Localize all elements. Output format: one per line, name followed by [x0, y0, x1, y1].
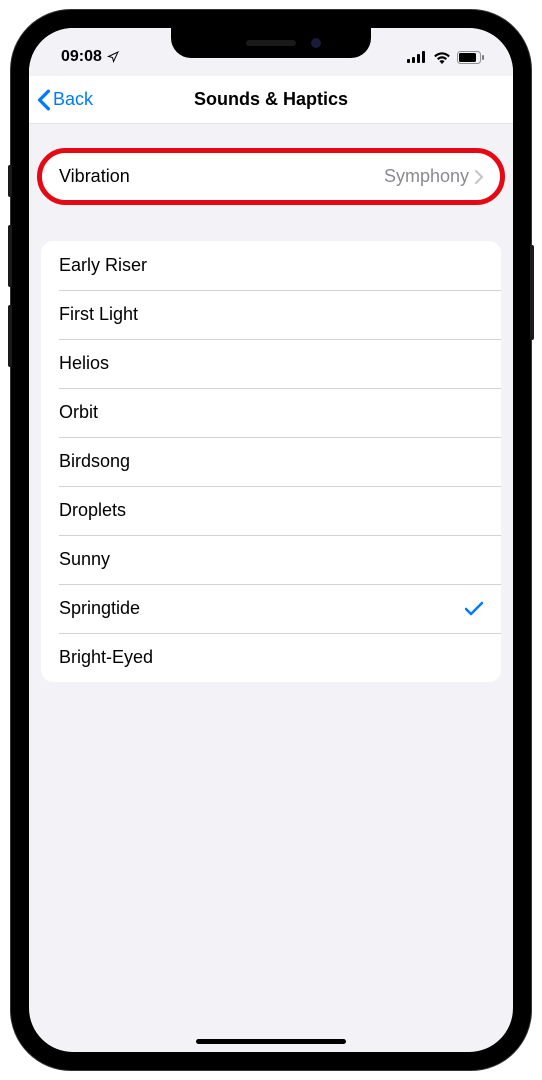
- sound-option-label: Springtide: [59, 598, 465, 619]
- back-button[interactable]: Back: [37, 89, 93, 111]
- sound-option-label: Early Riser: [59, 255, 483, 276]
- vibration-label: Vibration: [59, 166, 384, 187]
- sound-option[interactable]: First Light: [41, 290, 501, 339]
- back-label: Back: [53, 89, 93, 110]
- chevron-right-icon: [475, 170, 483, 184]
- sound-option[interactable]: Orbit: [41, 388, 501, 437]
- navigation-bar: Back Sounds & Haptics: [29, 76, 513, 124]
- sound-option-label: Bright-Eyed: [59, 647, 483, 668]
- chevron-left-icon: [37, 89, 51, 111]
- mute-switch: [8, 165, 12, 197]
- sound-option-label: Helios: [59, 353, 483, 374]
- sound-option-label: Birdsong: [59, 451, 483, 472]
- status-left: 09:08: [61, 48, 119, 66]
- content: Vibration Symphony Early Riser First Ligh…: [29, 124, 513, 1022]
- power-button: [530, 245, 534, 340]
- status-right: [407, 51, 485, 64]
- phone-frame: 09:08: [11, 10, 531, 1070]
- screen: 09:08: [29, 28, 513, 1052]
- sound-option-label: Droplets: [59, 500, 483, 521]
- notch: [171, 28, 371, 58]
- sound-option[interactable]: Helios: [41, 339, 501, 388]
- vibration-section: Vibration Symphony: [41, 152, 501, 201]
- vibration-value: Symphony: [384, 166, 469, 187]
- sound-option[interactable]: Droplets: [41, 486, 501, 535]
- wifi-icon: [433, 51, 451, 64]
- sound-list: Early Riser First Light Helios Orbit Birdson…: [41, 241, 501, 682]
- sound-option[interactable]: Early Riser: [41, 241, 501, 290]
- page-title: Sounds & Haptics: [29, 89, 513, 110]
- battery-icon: [457, 51, 485, 64]
- home-indicator[interactable]: [196, 1039, 346, 1044]
- sound-option-label: Sunny: [59, 549, 483, 570]
- status-time: 09:08: [61, 48, 102, 66]
- checkmark-icon: [465, 601, 483, 617]
- sound-option[interactable]: Sunny: [41, 535, 501, 584]
- volume-up-button: [8, 225, 12, 287]
- location-icon: [107, 51, 119, 63]
- front-camera: [311, 38, 321, 48]
- vibration-row[interactable]: Vibration Symphony: [41, 152, 501, 201]
- volume-down-button: [8, 305, 12, 367]
- speaker: [246, 40, 296, 46]
- sound-option-label: Orbit: [59, 402, 483, 423]
- sound-option[interactable]: Birdsong: [41, 437, 501, 486]
- sound-option-label: First Light: [59, 304, 483, 325]
- sound-option[interactable]: Springtide: [41, 584, 501, 633]
- cellular-icon: [407, 51, 427, 63]
- sound-option[interactable]: Bright-Eyed: [41, 633, 501, 682]
